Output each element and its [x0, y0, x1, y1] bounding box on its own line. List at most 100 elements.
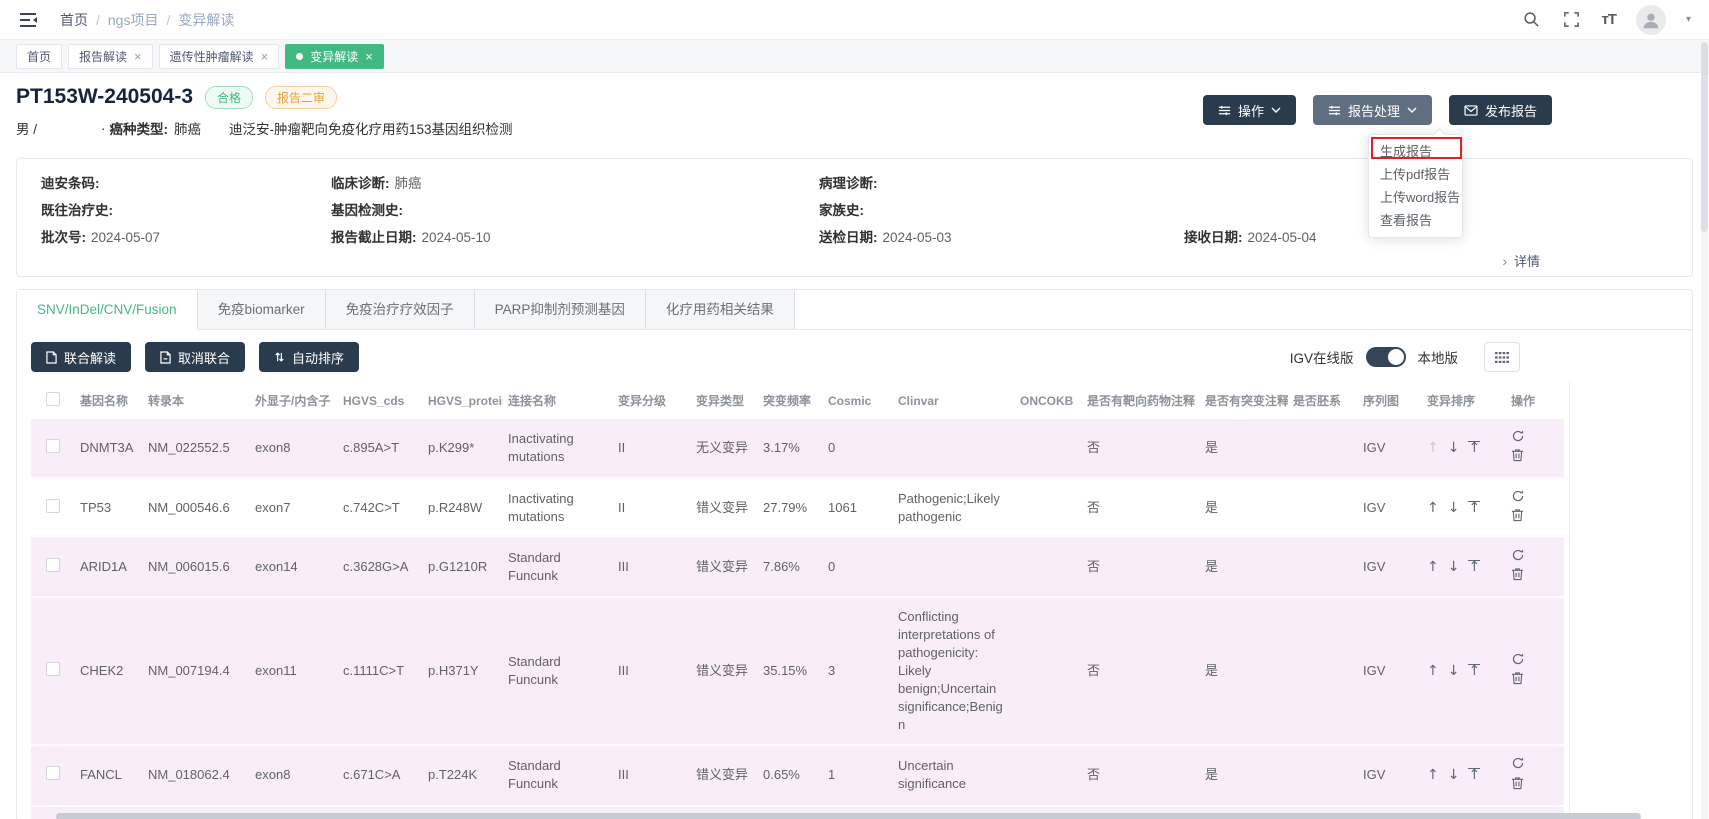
col-type: 变异类型 — [691, 382, 758, 419]
top-navbar: 首页 / ngs项目 / 变异解读 ᴛT ▾ — [0, 0, 1709, 40]
move-down-icon[interactable]: ↓ — [1448, 663, 1460, 679]
move-down-icon[interactable]: ↓ — [1448, 440, 1460, 456]
move-top-icon[interactable]: ↑ — [1468, 441, 1480, 455]
delete-icon[interactable] — [1511, 508, 1524, 527]
close-icon[interactable]: × — [365, 49, 373, 64]
col-transcript: 转录本 — [143, 382, 250, 419]
move-top-icon[interactable]: ↑ — [1468, 560, 1480, 574]
menu-collapse-icon[interactable] — [18, 10, 38, 30]
row-checkbox[interactable] — [46, 766, 60, 780]
tag-report-interpret[interactable]: 报告解读 × — [68, 44, 153, 69]
move-up-icon[interactable]: ↑ — [1427, 663, 1439, 679]
move-down-icon[interactable]: ↓ — [1448, 500, 1460, 516]
col-exon: 外显子/内含子 — [250, 382, 338, 419]
refresh-icon[interactable] — [1511, 489, 1525, 508]
move-up-icon[interactable]: ↑ — [1427, 559, 1439, 575]
detail-link[interactable]: › 详情 — [1502, 251, 1540, 270]
table-toolbar: 联合解读 取消联合 自动排序 IGV在线版 本地版 — [17, 330, 1692, 382]
status-badge-review: 报告二审 — [265, 86, 337, 109]
col-hgvs-protein: HGVS_protein — [423, 382, 503, 419]
report-process-dropdown: 生成报告 上传pdf报告 上传word报告 查看报告 — [1368, 134, 1463, 238]
igv-link[interactable]: IGV — [1363, 500, 1385, 515]
field-dian-barcode: 迪安条码: — [41, 176, 100, 191]
move-down-icon[interactable]: ↓ — [1448, 767, 1460, 783]
menu-item-upload-pdf[interactable]: 上传pdf报告 — [1369, 163, 1462, 186]
active-dot-icon — [296, 53, 303, 60]
select-all-checkbox[interactable] — [46, 392, 60, 406]
tab-snv-indel-cnv-fusion[interactable]: SNV/InDel/CNV/Fusion — [17, 290, 198, 330]
tab-immunotherapy-factors[interactable]: 免疫治疗疗效因子 — [326, 290, 475, 329]
field-pathologic-diagnosis: 病理诊断: — [819, 176, 878, 191]
field-report-deadline: 报告截止日期: — [331, 230, 417, 245]
col-clinvar: Clinvar — [893, 382, 1015, 419]
avatar[interactable] — [1636, 5, 1666, 35]
breadcrumb-home[interactable]: 首页 — [60, 10, 88, 30]
publish-report-button[interactable]: 发布报告 — [1449, 95, 1552, 125]
move-up-icon[interactable]: ↑ — [1427, 767, 1439, 783]
move-top-icon[interactable]: ↑ — [1468, 664, 1480, 678]
breadcrumb-project[interactable]: ngs项目 — [108, 10, 159, 30]
igv-link[interactable]: IGV — [1363, 663, 1385, 678]
breadcrumb-current: 变异解读 — [178, 10, 234, 30]
report-process-button[interactable]: 报告处理 — [1313, 95, 1432, 125]
col-targeted-annotation: 是否有靶向药物注释 — [1082, 382, 1200, 419]
cancer-type-label: 癌种类型: — [110, 118, 169, 138]
move-top-icon[interactable]: ↑ — [1468, 501, 1480, 515]
refresh-icon[interactable] — [1511, 429, 1525, 448]
move-top-icon[interactable]: ↑ — [1468, 768, 1480, 782]
column-settings-button[interactable] — [1484, 342, 1520, 372]
refresh-icon[interactable] — [1511, 756, 1525, 775]
col-variant-sort: 变异排序 — [1422, 382, 1506, 419]
igv-link[interactable]: IGV — [1363, 767, 1385, 782]
delete-icon[interactable] — [1511, 776, 1524, 795]
delete-icon[interactable] — [1511, 671, 1524, 690]
tag-variant-interpret-active[interactable]: 变异解读 × — [285, 44, 384, 69]
refresh-icon[interactable] — [1511, 548, 1525, 567]
igv-link[interactable]: IGV — [1363, 440, 1385, 455]
breadcrumb: 首页 / ngs项目 / 变异解读 — [60, 10, 234, 30]
refresh-icon[interactable] — [1511, 652, 1525, 671]
menu-item-generate-report[interactable]: 生成报告 — [1369, 140, 1462, 163]
row-checkbox[interactable] — [46, 439, 60, 453]
horizontal-scrollbar[interactable] — [56, 813, 1641, 819]
igv-online-label: IGV在线版 — [1290, 347, 1354, 367]
close-icon[interactable]: × — [261, 49, 269, 64]
field-send-date: 送检日期: — [819, 230, 878, 245]
tag-hereditary-tumor[interactable]: 遗传性肿瘤解读 × — [159, 44, 280, 69]
delete-icon[interactable] — [1511, 448, 1524, 467]
menu-item-upload-word[interactable]: 上传word报告 — [1369, 186, 1462, 209]
col-gene: 基因名称 — [75, 382, 143, 419]
tab-parp-inhibitor-genes[interactable]: PARP抑制剂预测基因 — [475, 290, 646, 329]
operate-button[interactable]: 操作 — [1203, 95, 1296, 125]
tab-chemo-drug-results[interactable]: 化疗用药相关结果 — [646, 290, 795, 329]
menu-item-view-report[interactable]: 查看报告 — [1369, 209, 1462, 232]
joint-interpret-button[interactable]: 联合解读 — [31, 342, 131, 372]
cancel-joint-button[interactable]: 取消联合 — [145, 342, 245, 372]
col-freq: 突变频率 — [758, 382, 823, 419]
auto-sort-button[interactable]: 自动排序 — [259, 342, 359, 372]
move-up-icon[interactable]: ↑ — [1427, 500, 1439, 516]
product-name: 迪泛安-肿瘤靶向免疫化疗用药153基因组织检测 — [229, 118, 513, 138]
row-checkbox[interactable] — [46, 499, 60, 513]
vertical-scrollbar[interactable] — [1701, 42, 1708, 819]
tag-home[interactable]: 首页 — [16, 44, 62, 69]
col-connector: 连接名称 — [503, 382, 613, 419]
avatar-caret-icon[interactable]: ▾ — [1686, 14, 1691, 25]
igv-link[interactable]: IGV — [1363, 559, 1385, 574]
igv-version-toggle[interactable] — [1366, 347, 1406, 367]
tab-immune-biomarker[interactable]: 免疫biomarker — [198, 290, 326, 329]
fullscreen-icon[interactable] — [1561, 10, 1581, 30]
font-size-icon[interactable]: ᴛT — [1601, 11, 1616, 28]
sample-id: PT153W-240504-3 — [16, 85, 193, 109]
move-down-icon[interactable]: ↓ — [1448, 559, 1460, 575]
col-cosmic: Cosmic — [823, 382, 893, 419]
delete-icon[interactable] — [1511, 567, 1524, 586]
table-row: ARID1ANM_006015.6exon14 c.3628G>Ap.G1210… — [31, 538, 1564, 598]
move-up-icon[interactable]: ↑ — [1427, 440, 1439, 456]
row-checkbox[interactable] — [46, 662, 60, 676]
igv-local-label: 本地版 — [1418, 347, 1459, 367]
row-checkbox[interactable] — [46, 558, 60, 572]
field-family-history: 家族史: — [819, 203, 864, 218]
close-icon[interactable]: × — [134, 49, 142, 64]
search-icon[interactable] — [1521, 10, 1541, 30]
